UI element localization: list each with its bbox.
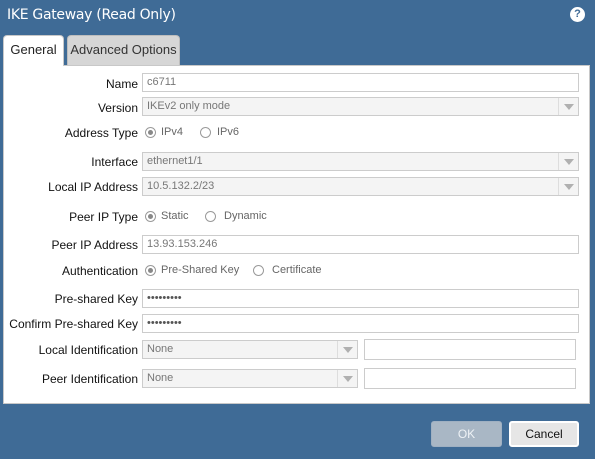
local-id-type-select[interactable]: None	[142, 340, 358, 359]
general-panel: Name c6711 Version IKEv2 only mode Addre…	[3, 65, 590, 404]
local-ip-select[interactable]: 10.5.132.2/23	[142, 177, 579, 196]
radio-static[interactable]	[145, 211, 156, 222]
radio-certificate[interactable]	[253, 265, 264, 276]
chevron-down-icon[interactable]	[337, 341, 357, 358]
interface-value: ethernet1/1	[147, 155, 203, 167]
local-id-value-field[interactable]	[364, 339, 576, 360]
local-ip-label: Local IP Address	[48, 180, 138, 194]
local-id-label: Local Identification	[38, 343, 138, 357]
radio-dynamic[interactable]	[205, 211, 216, 222]
version-value: IKEv2 only mode	[147, 100, 231, 112]
peer-id-value-field[interactable]	[364, 368, 576, 389]
peer-id-type-value: None	[147, 372, 174, 384]
tab-advanced-options[interactable]: Advanced Options	[67, 35, 180, 65]
title-bar: IKE Gateway (Read Only) ?	[0, 0, 595, 30]
psk-field[interactable]: •••••••••	[142, 289, 579, 308]
interface-label: Interface	[91, 155, 138, 169]
tab-general[interactable]: General	[3, 35, 64, 66]
help-icon[interactable]: ?	[570, 7, 585, 22]
pre-shared-key-option-label: Pre-Shared Key	[161, 264, 240, 276]
interface-select[interactable]: ethernet1/1	[142, 152, 579, 171]
chevron-down-icon[interactable]	[558, 98, 578, 115]
name-field[interactable]: c6711	[142, 73, 579, 92]
peer-id-label: Peer Identification	[41, 372, 138, 386]
chevron-down-icon[interactable]	[337, 370, 357, 387]
confirm-psk-field[interactable]: •••••••••	[142, 314, 579, 333]
chevron-down-icon[interactable]	[558, 178, 578, 195]
static-label: Static	[161, 210, 189, 222]
ipv4-label: IPv4	[161, 126, 184, 138]
confirm-psk-label: Confirm Pre-shared Key	[9, 317, 138, 331]
version-label: Version	[97, 101, 138, 115]
authentication-label: Authentication	[61, 264, 138, 278]
address-type-label: Address Type	[64, 126, 138, 140]
local-ip-value: 10.5.132.2/23	[147, 180, 215, 192]
radio-ipv4[interactable]	[145, 127, 156, 138]
local-id-type-value: None	[147, 343, 174, 355]
name-label: Name	[105, 77, 138, 91]
chevron-down-icon[interactable]	[558, 153, 578, 170]
radio-pre-shared-key[interactable]	[145, 265, 156, 276]
dialog-title: IKE Gateway (Read Only)	[7, 7, 176, 23]
radio-ipv6[interactable]	[200, 127, 211, 138]
dynamic-label: Dynamic	[224, 210, 267, 222]
peer-ip-type-label: Peer IP Type	[69, 210, 138, 224]
certificate-label: Certificate	[272, 264, 322, 276]
peer-ip-label: Peer IP Address	[51, 238, 139, 252]
ipv6-label: IPv6	[217, 126, 240, 138]
peer-id-type-select[interactable]: None	[142, 369, 358, 388]
peer-ip-field[interactable]: 13.93.153.246	[142, 235, 579, 254]
psk-label: Pre-shared Key	[54, 292, 138, 306]
cancel-button[interactable]: Cancel	[509, 421, 579, 447]
ok-button[interactable]: OK	[431, 421, 502, 447]
version-select[interactable]: IKEv2 only mode	[142, 97, 579, 116]
